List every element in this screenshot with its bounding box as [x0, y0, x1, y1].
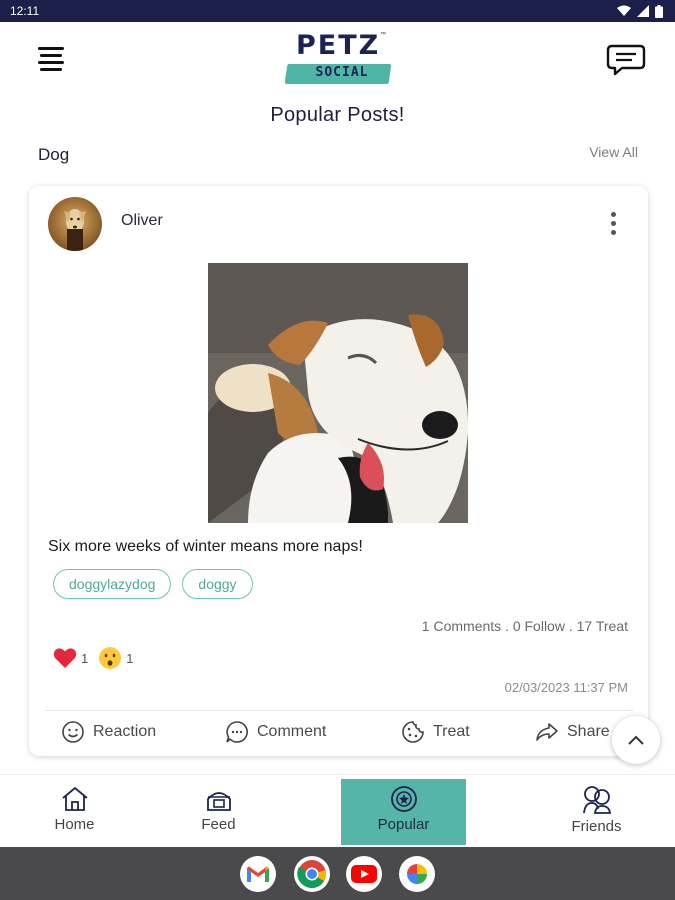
comment-button[interactable]: Comment [225, 720, 326, 744]
status-bar: 12:11 [0, 0, 675, 22]
more-options-icon[interactable] [603, 208, 623, 238]
post-author[interactable]: Oliver [121, 212, 163, 230]
share-icon [536, 723, 558, 741]
reaction-button[interactable]: Reaction [61, 720, 156, 744]
reaction-label: Reaction [93, 723, 157, 740]
cookie-icon [402, 721, 424, 743]
reaction-summary[interactable]: 1 1 [53, 646, 133, 670]
chat-icon[interactable] [606, 42, 646, 78]
heart-emoji-icon [53, 648, 77, 668]
logo-trademark: ™ [380, 32, 386, 38]
app-header: PETZ ™ SOCIAL [0, 22, 675, 100]
status-icons [617, 4, 663, 18]
nav-home[interactable]: Home [12, 779, 137, 845]
post-tags: doggylazydog doggy [53, 569, 253, 599]
card-divider [45, 710, 634, 711]
youtube-icon[interactable] [346, 856, 382, 892]
feed-icon [206, 792, 231, 811]
nav-popular-label: Popular [377, 816, 430, 833]
post-stats[interactable]: 1 Comments . 0 Follow . 17 Treat [422, 618, 628, 634]
heart-count: 1 [81, 650, 89, 666]
menu-icon[interactable] [38, 44, 66, 72]
scroll-to-top-button[interactable] [612, 716, 660, 764]
post-caption: Six more weeks of winter means more naps… [48, 538, 363, 555]
chrome-icon[interactable] [294, 856, 330, 892]
post-card: Oliver Six more weeks of winter means mo… [29, 186, 648, 756]
view-all-link[interactable]: View All [589, 144, 638, 160]
nav-friends-label: Friends [571, 818, 622, 835]
avatar[interactable] [48, 197, 102, 251]
friends-icon [582, 786, 611, 814]
treat-button[interactable]: Treat [401, 720, 470, 744]
chevron-up-icon [628, 735, 644, 745]
share-button[interactable]: Share [535, 720, 610, 744]
post-timestamp: 02/03/2023 11:37 PM [504, 680, 628, 695]
logo-text: PETZ [296, 30, 381, 61]
photos-icon[interactable] [399, 856, 435, 892]
smiley-icon [62, 721, 84, 743]
gmail-icon[interactable] [240, 856, 276, 892]
nav-home-label: Home [54, 816, 95, 833]
battery-icon [655, 4, 663, 18]
petz-social-logo: PETZ ™ SOCIAL [282, 28, 394, 88]
page-title: Popular Posts! [270, 104, 405, 126]
signal-icon [637, 5, 649, 17]
treat-label: Treat [433, 723, 470, 740]
tag-chip[interactable]: doggylazydog [53, 569, 172, 599]
logo-subtext: SOCIAL [315, 65, 369, 80]
nav-feed-label: Feed [201, 816, 236, 833]
surprised-emoji-icon [99, 647, 122, 669]
nav-feed[interactable]: Feed [156, 779, 281, 845]
comment-label: Comment [257, 723, 327, 740]
post-actions: Reaction Comment Treat Share [29, 716, 648, 752]
bottom-nav: Home Feed Popular Friends [0, 774, 675, 847]
post-image[interactable] [208, 263, 468, 523]
comment-icon [226, 721, 248, 743]
system-dock [0, 847, 675, 900]
nav-friends[interactable]: Friends [534, 779, 659, 845]
nav-popular[interactable]: Popular [341, 779, 466, 845]
popular-icon [390, 786, 417, 812]
surprised-count: 1 [126, 650, 134, 666]
tag-chip[interactable]: doggy [182, 569, 253, 599]
share-label: Share [567, 723, 610, 740]
wifi-icon [617, 5, 631, 16]
section-title: Dog [38, 145, 70, 164]
status-time: 12:11 [10, 4, 40, 18]
home-icon [61, 786, 88, 811]
